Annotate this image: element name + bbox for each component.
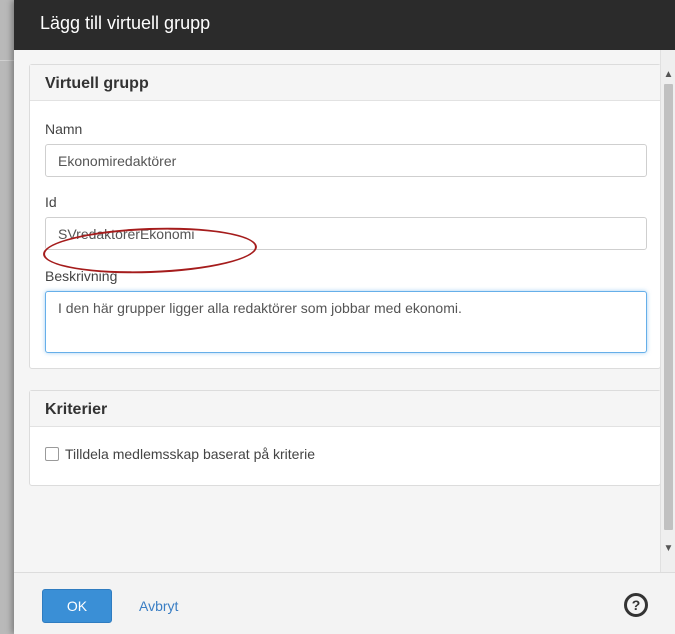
cancel-link[interactable]: Avbryt (139, 598, 178, 614)
add-virtual-group-dialog: Lägg till virtuell grupp Virtuell grupp … (14, 0, 675, 634)
id-label: Id (45, 194, 57, 210)
name-input[interactable] (45, 144, 647, 177)
ok-button[interactable]: OK (42, 589, 112, 623)
dialog-footer: OK Avbryt ? (14, 572, 675, 634)
virtual-group-panel: Virtuell grupp Namn Id Beskrivning I den… (29, 64, 661, 369)
name-label: Namn (45, 121, 83, 137)
help-circle-icon[interactable]: ? (624, 593, 648, 617)
dialog-content: Virtuell grupp Namn Id Beskrivning I den… (14, 50, 675, 572)
description-textarea[interactable]: I den här grupper ligger alla redaktörer… (45, 291, 647, 353)
dialog-titlebar: Lägg till virtuell grupp (14, 0, 675, 50)
description-label: Beskrivning (45, 268, 118, 284)
id-input[interactable] (45, 217, 647, 250)
background-divider (0, 60, 14, 61)
dialog-title: Lägg till virtuell grupp (40, 13, 211, 33)
virtual-group-heading: Virtuell grupp (30, 65, 660, 101)
background-page (0, 0, 14, 634)
criteria-checkbox-label: Tilldela medlemsskap baserat på kriterie (65, 446, 316, 462)
criteria-panel: Kriterier Tilldela medlemsskap baserat p… (29, 390, 661, 486)
criteria-checkbox-row[interactable]: Tilldela medlemsskap baserat på kriterie (45, 446, 315, 462)
criteria-checkbox[interactable] (45, 447, 59, 461)
scrollbar-thumb[interactable] (664, 84, 673, 530)
chevron-down-icon[interactable]: ▼ (661, 540, 675, 556)
content-scrollbar[interactable]: ▲ ▼ (660, 50, 675, 572)
criteria-heading: Kriterier (30, 391, 660, 427)
chevron-up-icon[interactable]: ▲ (661, 66, 675, 82)
